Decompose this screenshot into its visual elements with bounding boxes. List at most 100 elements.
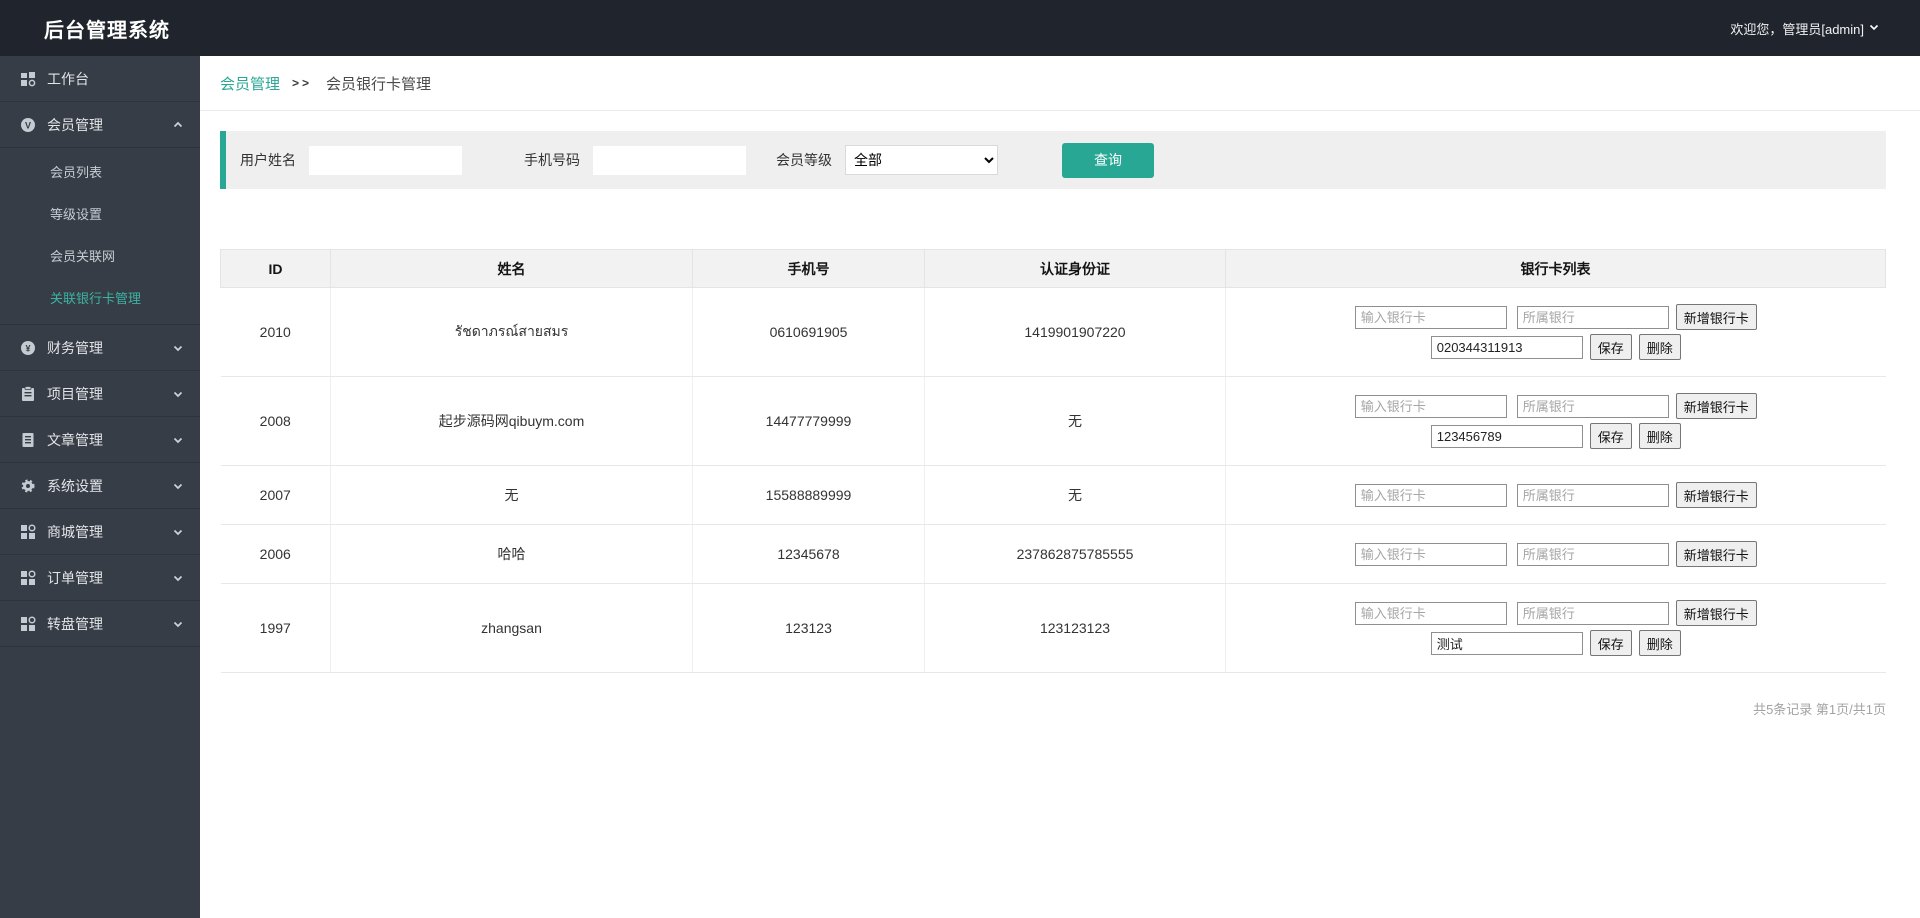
column-header: 认证身份证 bbox=[924, 249, 1226, 288]
sidebar-item-wheel[interactable]: 转盘管理 bbox=[0, 601, 200, 647]
chevron-down-icon bbox=[172, 618, 184, 630]
sidebar-subitem[interactable]: 关联银行卡管理 bbox=[0, 276, 200, 318]
sidebar-item-workbench[interactable]: 工作台 bbox=[0, 56, 200, 102]
add-bank-card-button[interactable]: 新增银行卡 bbox=[1675, 393, 1757, 419]
sidebar-subitem[interactable]: 会员列表 bbox=[0, 150, 200, 192]
cell-name: 哈哈 bbox=[330, 524, 693, 584]
sidebar-item-member[interactable]: V 会员管理 bbox=[0, 102, 200, 148]
add-bank-card-button[interactable]: 新增银行卡 bbox=[1675, 304, 1757, 330]
article-icon bbox=[20, 432, 36, 448]
user-menu[interactable]: 欢迎您，管理员[admin] bbox=[1730, 19, 1880, 38]
cell-name: รัชดาภรณ์สายสมร bbox=[330, 287, 693, 377]
sidebar-item-project[interactable]: 项目管理 bbox=[0, 371, 200, 417]
cell-id: 1997 bbox=[220, 583, 331, 673]
add-bank-card-button[interactable]: 新增银行卡 bbox=[1675, 541, 1757, 567]
sidebar-item-settings[interactable]: 系统设置 bbox=[0, 463, 200, 509]
cell-idcard: 1419901907220 bbox=[924, 287, 1226, 377]
bank-card-number-input[interactable] bbox=[1354, 394, 1507, 418]
breadcrumb-current: 会员银行卡管理 bbox=[326, 75, 432, 93]
sidebar-item-label: 系统设置 bbox=[47, 477, 103, 494]
cell-name: zhangsan bbox=[330, 583, 693, 673]
bank-card-number-input[interactable] bbox=[1354, 305, 1507, 329]
bank-card-cell: 新增银行卡保存删除 bbox=[1225, 583, 1886, 673]
sidebar-nav: 工作台 V 会员管理会员列表 等级设置 会员关联网 关联银行卡管理 ¥ 财务管理项目管理文章管… bbox=[0, 56, 200, 647]
level-filter-label: 会员等级 bbox=[776, 152, 832, 168]
main-content: 会员管理 >> 会员银行卡管理 用户姓名 手机号码 会员等级 全部 查询 ID 姓… bbox=[200, 56, 1920, 918]
table-row: 2006哈哈12345678237862875785555 新增银行卡 bbox=[220, 524, 1886, 584]
breadcrumb-parent-link[interactable]: 会员管理 bbox=[220, 73, 280, 94]
sidebar-item-label: 文章管理 bbox=[47, 431, 103, 448]
sidebar-item-label: 财务管理 bbox=[47, 339, 103, 356]
table-row: 2008起步源码网qibuym.com14477779999无新增银行卡保存删除 bbox=[220, 376, 1886, 466]
sidebar-item-label: 项目管理 bbox=[47, 385, 103, 402]
save-button[interactable]: 保存 bbox=[1589, 334, 1632, 360]
sidebar-item-label: 转盘管理 bbox=[47, 615, 103, 632]
bank-card-add-line: 新增银行卡 bbox=[1230, 541, 1882, 567]
search-button[interactable]: 查询 bbox=[1062, 142, 1154, 178]
table-row: 2007无15588889999无新增银行卡 bbox=[220, 465, 1886, 525]
column-header: ID bbox=[220, 249, 331, 288]
bank-card-number-input[interactable] bbox=[1354, 483, 1507, 507]
save-button[interactable]: 保存 bbox=[1589, 423, 1632, 449]
level-filter-select[interactable]: 全部 bbox=[845, 145, 998, 175]
cell-id: 2007 bbox=[220, 465, 331, 525]
bank-card-cell: 新增银行卡保存删除 bbox=[1225, 376, 1886, 466]
cell-phone: 123123 bbox=[692, 583, 925, 673]
table-body: 2010 รัชดาภรณ์สายสมร 0610691905 14199019072… bbox=[220, 287, 1886, 673]
bank-card-value-input[interactable] bbox=[1430, 424, 1583, 448]
bank-name-input[interactable] bbox=[1516, 394, 1669, 418]
member-icon: V bbox=[20, 117, 36, 133]
sidebar-item-label: 工作台 bbox=[47, 70, 89, 87]
chevron-up-icon bbox=[172, 119, 184, 131]
bank-card-add-line: 新增银行卡 bbox=[1230, 393, 1882, 419]
bank-card-edit-line: 保存删除 bbox=[1230, 334, 1882, 360]
cell-id: 2008 bbox=[220, 376, 331, 466]
bank-name-input[interactable] bbox=[1516, 483, 1669, 507]
bank-card-number-input[interactable] bbox=[1354, 542, 1507, 566]
svg-text:¥: ¥ bbox=[25, 343, 30, 353]
sidebar-subitem[interactable]: 等级设置 bbox=[0, 192, 200, 234]
save-button[interactable]: 保存 bbox=[1589, 630, 1632, 656]
delete-button[interactable]: 删除 bbox=[1638, 423, 1681, 449]
bank-card-cell: 新增银行卡 bbox=[1225, 524, 1886, 584]
table-header-row: ID 姓名 手机号 认证身份证 银行卡列表 bbox=[220, 249, 1886, 288]
add-bank-card-button[interactable]: 新增银行卡 bbox=[1675, 482, 1757, 508]
cell-id: 2006 bbox=[220, 524, 331, 584]
wheel-icon bbox=[20, 615, 36, 632]
sidebar-item-order[interactable]: 订单管理 bbox=[0, 555, 200, 601]
add-bank-card-button[interactable]: 新增银行卡 bbox=[1675, 600, 1757, 626]
cell-name: 起步源码网qibuym.com bbox=[330, 376, 693, 466]
chevron-down-icon bbox=[172, 388, 184, 400]
delete-button[interactable]: 删除 bbox=[1638, 334, 1681, 360]
chevron-down-icon bbox=[172, 526, 184, 538]
settings-icon bbox=[20, 478, 36, 494]
bank-card-cell: 新增银行卡保存删除 bbox=[1225, 287, 1886, 377]
delete-button[interactable]: 删除 bbox=[1638, 630, 1681, 656]
sidebar-item-finance[interactable]: ¥ 财务管理 bbox=[0, 325, 200, 371]
phone-filter-input[interactable] bbox=[593, 145, 746, 175]
chevron-down-icon bbox=[172, 480, 184, 492]
mall-icon bbox=[20, 523, 36, 540]
sidebar-item-label: 会员管理 bbox=[47, 116, 103, 133]
project-icon bbox=[20, 385, 36, 402]
sidebar-item-label: 商城管理 bbox=[47, 523, 103, 540]
order-icon bbox=[20, 569, 36, 586]
cell-id: 2010 bbox=[220, 287, 331, 377]
cell-phone: 0610691905 bbox=[692, 287, 925, 377]
sidebar-item-label: 订单管理 bbox=[47, 569, 103, 586]
sidebar-item-article[interactable]: 文章管理 bbox=[0, 417, 200, 463]
bank-card-value-input[interactable] bbox=[1430, 631, 1583, 655]
sidebar-item-mall[interactable]: 商城管理 bbox=[0, 509, 200, 555]
bank-name-input[interactable] bbox=[1516, 305, 1669, 329]
bank-name-input[interactable] bbox=[1516, 601, 1669, 625]
bank-name-input[interactable] bbox=[1516, 542, 1669, 566]
bank-card-value-input[interactable] bbox=[1430, 335, 1583, 359]
sidebar-submenu-member: 会员列表 等级设置 会员关联网 关联银行卡管理 bbox=[0, 148, 200, 325]
member-bank-table: ID 姓名 手机号 认证身份证 银行卡列表 2010 รัชดาภรณ์สายสมร 061… bbox=[220, 249, 1886, 673]
chevron-down-icon bbox=[172, 572, 184, 584]
bank-card-number-input[interactable] bbox=[1354, 601, 1507, 625]
sidebar-subitem[interactable]: 会员关联网 bbox=[0, 234, 200, 276]
name-filter-input[interactable] bbox=[309, 145, 462, 175]
top-header: 后台管理系统 欢迎您，管理员[admin] bbox=[0, 0, 1920, 56]
cell-idcard: 无 bbox=[924, 376, 1226, 466]
